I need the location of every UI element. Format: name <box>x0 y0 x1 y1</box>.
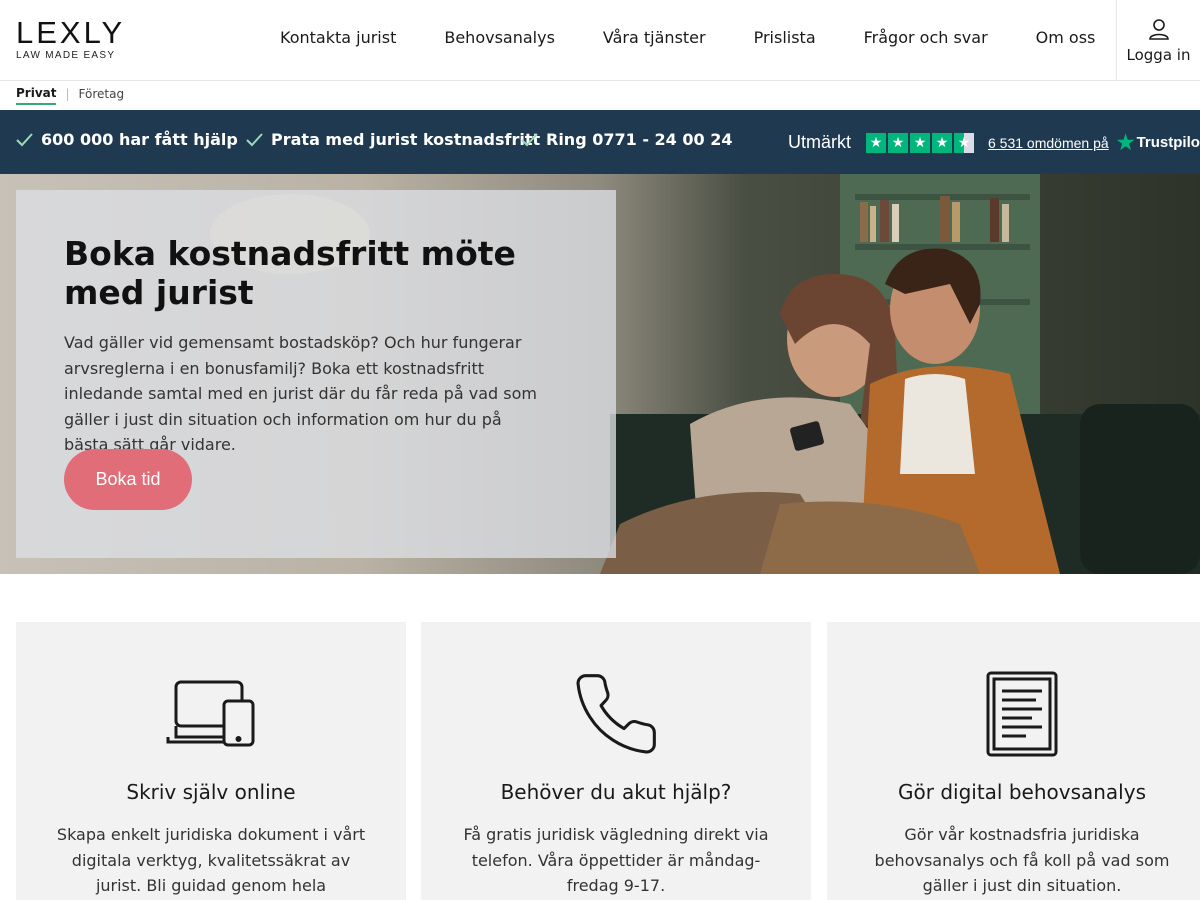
nav-vara-tjanster[interactable]: Våra tjänster <box>603 28 706 47</box>
service-card-online[interactable]: Skriv själv online Skapa enkelt juridisk… <box>16 622 406 900</box>
lexly-logo[interactable]: LEXLY LAW MADE EASY <box>16 15 126 61</box>
usp-label[interactable]: Ring 0771 - 24 00 24 <box>546 130 732 149</box>
star-icon: ★ <box>932 132 952 153</box>
usp-label: Prata med jurist kostnadsfritt <box>271 130 541 149</box>
star-icon: ★ <box>888 132 908 153</box>
usp-item: 600 000 har fått hjälp <box>16 130 238 149</box>
site-header: LEXLY LAW MADE EASY Kontakta jurist Beho… <box>0 0 1200 81</box>
nav-prislista[interactable]: Prislista <box>754 28 816 47</box>
card-title: Behöver du akut hjälp? <box>500 780 732 804</box>
hero-card: Boka kostnadsfritt möte med jurist Vad g… <box>16 190 616 558</box>
service-card-phone[interactable]: Behöver du akut hjälp? Få gratis juridis… <box>421 622 811 900</box>
logo-tagline: LAW MADE EASY <box>16 50 116 61</box>
login-button[interactable]: Logga in <box>1116 0 1200 81</box>
tab-foretag[interactable]: Företag <box>79 87 125 104</box>
check-icon <box>16 132 33 146</box>
card-text: Skapa enkelt juridiska dokument i vårt d… <box>56 825 366 895</box>
star-icon: ★ <box>910 132 930 153</box>
boka-tid-button[interactable]: Boka tid <box>64 449 192 510</box>
document-icon <box>827 668 1200 760</box>
usp-label: 600 000 har fått hjälp <box>41 130 238 149</box>
nav-behovsanalys[interactable]: Behovsanalys <box>444 28 555 47</box>
phone-icon <box>421 668 811 760</box>
card-title: Skriv själv online <box>126 780 296 804</box>
usp-item: Prata med jurist kostnadsfritt <box>246 130 540 149</box>
service-card-behovsanalys[interactable]: Gör digital behovsanalys Gör vår kostnad… <box>827 622 1200 900</box>
hero-section: Boka kostnadsfritt möte med jurist Vad g… <box>0 174 1200 574</box>
user-icon <box>1148 19 1169 40</box>
tab-privat[interactable]: Privat <box>16 86 57 105</box>
nav-fragor-och-svar[interactable]: Frågor och svar <box>864 28 988 47</box>
laptop-tablet-icon <box>16 668 406 760</box>
trustpilot-widget[interactable]: Utmärkt ★ ★ ★ ★ ★ 6 531 omdömen på ★ Tru… <box>788 130 1200 155</box>
card-text: Gör vår kostnadsfria juridiska behovsana… <box>874 825 1170 895</box>
hero-title: Boka kostnadsfritt möte med jurist <box>64 234 516 312</box>
trustpilot-reviews-link[interactable]: 6 531 omdömen på <box>988 135 1109 151</box>
hero-description: Vad gäller vid gemensamt bostadsköp? Och… <box>64 333 537 454</box>
card-text: Få gratis juridisk vägledning direkt via… <box>463 825 769 895</box>
trustpilot-wordmark: Trustpilot <box>1136 134 1200 151</box>
check-icon <box>246 132 263 146</box>
star-icon: ★ <box>866 132 886 153</box>
segment-tabs: Privat | Företag <box>16 86 124 105</box>
half-star-icon: ★ <box>954 132 974 153</box>
login-label: Logga in <box>1126 46 1191 64</box>
trustpilot-star-icon: ★ <box>1116 132 1135 154</box>
nav-kontakta-jurist[interactable]: Kontakta jurist <box>280 28 396 47</box>
usp-item: Ring 0771 - 24 00 24 <box>521 130 732 149</box>
trustpilot-logo[interactable]: ★ Trustpilot <box>1117 130 1200 155</box>
trustpilot-rating-label: Utmärkt <box>788 132 851 152</box>
segment-divider: | <box>65 87 70 101</box>
check-icon <box>521 132 538 146</box>
card-title: Gör digital behovsanalys <box>898 780 1146 804</box>
trust-bar: 600 000 har fått hjälp Prata med jurist … <box>0 110 1200 174</box>
main-nav: Kontakta jurist Behovsanalys Våra tjänst… <box>280 28 1095 47</box>
nav-om-oss[interactable]: Om oss <box>1036 28 1096 47</box>
trustpilot-stars: ★ ★ ★ ★ ★ <box>866 132 976 153</box>
logo-wordmark: LEXLY <box>16 15 126 50</box>
